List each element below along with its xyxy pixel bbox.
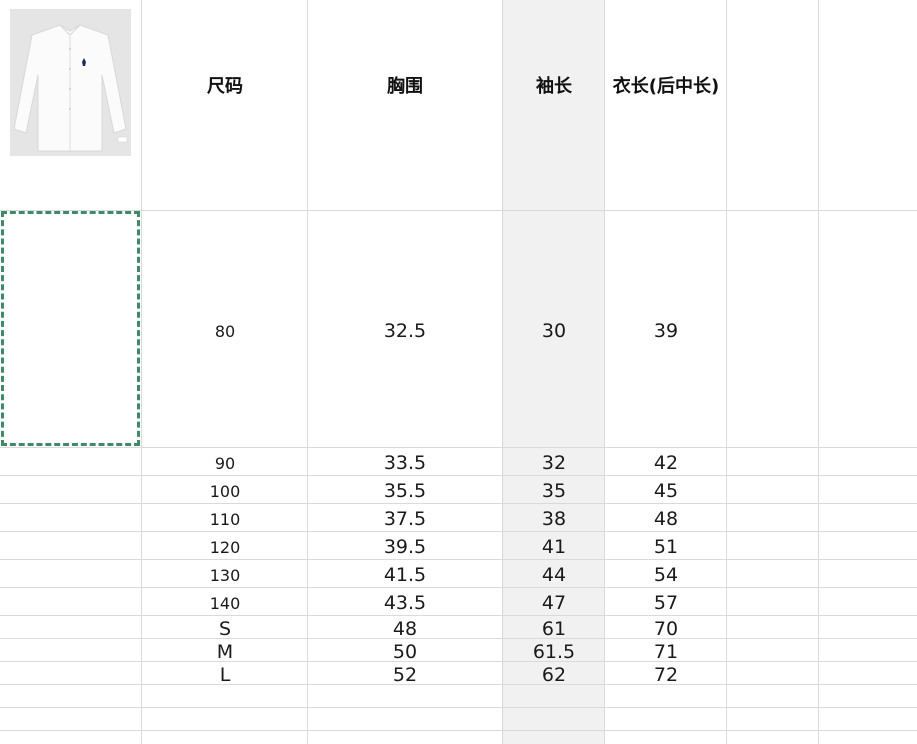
cell-sleeve[interactable]: 38 — [504, 508, 604, 530]
cell-size[interactable]: 130 — [150, 564, 300, 586]
cell-size[interactable]: 140 — [150, 592, 300, 614]
cell-length[interactable]: 51 — [601, 536, 731, 558]
cell-sleeve[interactable]: 62 — [504, 664, 604, 686]
cell-sleeve[interactable]: 61 — [504, 618, 604, 640]
cell-sleeve[interactable]: 44 — [504, 564, 604, 586]
cell-sleeve[interactable]: 32 — [504, 452, 604, 474]
cell-length[interactable]: 48 — [601, 508, 731, 530]
row-gridline — [0, 503, 917, 504]
row-gridline — [0, 587, 917, 588]
cell-size[interactable]: 100 — [150, 480, 300, 502]
cell-selection-marquee[interactable] — [1, 211, 140, 446]
column-gridline — [502, 0, 503, 744]
cell-size[interactable]: L — [150, 664, 300, 686]
cell-chest[interactable]: 35.5 — [315, 480, 495, 502]
cell-chest[interactable]: 41.5 — [315, 564, 495, 586]
cell-size[interactable]: 80 — [150, 320, 300, 342]
row-gridline — [0, 615, 917, 616]
cell-chest[interactable]: 48 — [315, 618, 495, 640]
cell-size[interactable]: M — [150, 641, 300, 663]
cell-chest[interactable]: 52 — [315, 664, 495, 686]
header-chest[interactable]: 胸围 — [315, 60, 495, 110]
cell-chest[interactable]: 32.5 — [315, 320, 495, 342]
cell-length[interactable]: 39 — [601, 320, 731, 342]
header-length[interactable]: 衣长(后中长) — [601, 60, 731, 110]
cell-chest[interactable]: 33.5 — [315, 452, 495, 474]
cell-size[interactable]: S — [150, 618, 300, 640]
row-gridline — [0, 447, 917, 448]
column-gridline — [141, 0, 142, 744]
cell-length[interactable]: 57 — [601, 592, 731, 614]
row-gridline — [0, 559, 917, 560]
header-sleeve[interactable]: 袖长 — [504, 60, 604, 110]
cell-sleeve[interactable]: 35 — [504, 480, 604, 502]
cell-length[interactable]: 72 — [601, 664, 731, 686]
column-gridline — [307, 0, 308, 744]
cell-chest[interactable]: 39.5 — [315, 536, 495, 558]
cell-size[interactable]: 90 — [150, 452, 300, 474]
row-gridline — [0, 707, 917, 708]
cell-size[interactable]: 120 — [150, 536, 300, 558]
header-size[interactable]: 尺码 — [150, 60, 300, 110]
cell-sleeve[interactable]: 61.5 — [504, 641, 604, 663]
cell-chest[interactable]: 37.5 — [315, 508, 495, 530]
cell-sleeve[interactable]: 47 — [504, 592, 604, 614]
cell-length[interactable]: 45 — [601, 480, 731, 502]
cell-sleeve[interactable]: 41 — [504, 536, 604, 558]
column-gridline — [818, 0, 819, 744]
cell-chest[interactable]: 43.5 — [315, 592, 495, 614]
cell-sleeve[interactable]: 30 — [504, 320, 604, 342]
product-image[interactable] — [10, 9, 131, 156]
row-gridline — [0, 475, 917, 476]
cell-size[interactable]: 110 — [150, 508, 300, 530]
cell-length[interactable]: 70 — [601, 618, 731, 640]
cell-length[interactable]: 42 — [601, 452, 731, 474]
shirt-icon — [10, 9, 131, 156]
cell-length[interactable]: 54 — [601, 564, 731, 586]
row-gridline — [0, 531, 917, 532]
row-gridline — [0, 730, 917, 731]
cell-chest[interactable]: 50 — [315, 641, 495, 663]
cell-length[interactable]: 71 — [601, 641, 731, 663]
